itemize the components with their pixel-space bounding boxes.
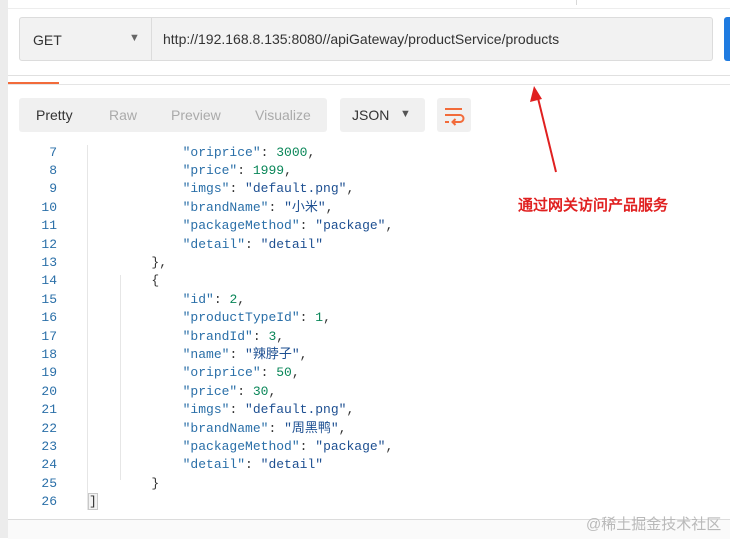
- code-text: "oriprice": 50,: [182, 365, 300, 381]
- code-line: 23 "packageMethod": "package",: [0, 438, 730, 456]
- language-select[interactable]: JSON ▼: [340, 98, 425, 132]
- format-visualize-button[interactable]: Visualize: [255, 98, 311, 132]
- language-label: JSON: [352, 107, 390, 123]
- code-text: "brandId": 3,: [182, 328, 285, 344]
- code-line: 26]: [0, 493, 730, 511]
- url-text: http://192.168.8.135:8080//apiGateway/pr…: [163, 31, 560, 47]
- code-text: "imgs": "default.png",: [182, 181, 355, 197]
- code-line: 13 },: [0, 254, 730, 272]
- line-number: 9: [49, 181, 57, 197]
- code-text: },: [89, 254, 168, 270]
- code-line: 18 "name": "辣脖子",: [0, 346, 730, 364]
- line-number: 18: [41, 346, 57, 362]
- code-text: "detail": "detail": [182, 236, 324, 252]
- annotation-text: 通过网关访问产品服务: [518, 197, 669, 214]
- line-number: 10: [41, 199, 57, 215]
- url-input[interactable]: http://192.168.8.135:8080//apiGateway/pr…: [152, 17, 713, 61]
- code-text: "price": 1999,: [182, 162, 292, 178]
- code-text: "id": 2,: [182, 291, 246, 307]
- line-number: 13: [41, 254, 57, 270]
- line-number: 17: [41, 328, 57, 344]
- line-number: 19: [41, 365, 57, 381]
- line-number: 25: [41, 475, 57, 491]
- chevron-down-icon: ▼: [129, 32, 140, 44]
- wrap-lines-icon: [445, 108, 465, 126]
- code-line: 20 "price": 30,: [0, 383, 730, 401]
- code-line: 11 "packageMethod": "package",: [0, 217, 730, 235]
- wrap-lines-button[interactable]: [437, 98, 471, 132]
- code-line: 19 "oriprice": 50,: [0, 364, 730, 382]
- line-number: 11: [41, 218, 57, 234]
- top-separator: [576, 0, 577, 5]
- code-text: "price": 30,: [182, 383, 277, 399]
- top-tab-strip: [8, 0, 730, 9]
- code-line: 14 {: [0, 272, 730, 290]
- code-line: 15 "id": 2,: [0, 291, 730, 309]
- code-line: 24 "detail": "detail": [0, 456, 730, 474]
- method-label: GET: [33, 32, 62, 48]
- code-line: 12 "detail": "detail": [0, 236, 730, 254]
- divider: [8, 84, 730, 85]
- code-line: 25 }: [0, 475, 730, 493]
- code-text: ]: [88, 493, 98, 511]
- code-line: 16 "productTypeId": 1,: [0, 309, 730, 327]
- divider: [8, 75, 730, 76]
- code-text: "productTypeId": 1,: [182, 310, 331, 326]
- code-line: 17 "brandId": 3,: [0, 328, 730, 346]
- send-button[interactable]: [724, 17, 730, 61]
- line-number: 15: [41, 291, 57, 307]
- code-text: "detail": "detail": [182, 457, 324, 473]
- code-line: 21 "imgs": "default.png",: [0, 401, 730, 419]
- line-number: 23: [41, 438, 57, 454]
- code-line: 8 "price": 1999,: [0, 162, 730, 180]
- line-number: 26: [41, 494, 57, 510]
- format-raw-button[interactable]: Raw: [109, 98, 137, 132]
- code-line: 7 "oriprice": 3000,: [0, 144, 730, 162]
- code-text: "brandName": "周黑鸭",: [182, 420, 347, 436]
- line-number: 8: [49, 162, 57, 178]
- format-pretty-button[interactable]: Pretty: [36, 98, 73, 132]
- line-number: 16: [41, 310, 57, 326]
- line-number: 7: [49, 144, 57, 160]
- code-text: "brandName": "小米",: [182, 199, 334, 215]
- code-line: 22 "brandName": "周黑鸭",: [0, 420, 730, 438]
- line-number: 12: [41, 236, 57, 252]
- code-text: "packageMethod": "package",: [182, 438, 394, 454]
- line-number: 24: [41, 457, 57, 473]
- watermark: @稀土掘金技术社区: [586, 516, 722, 533]
- code-text: "packageMethod": "package",: [182, 218, 394, 234]
- format-preview-button[interactable]: Preview: [171, 98, 221, 132]
- format-tabs: Pretty Raw Preview Visualize: [19, 98, 327, 132]
- line-number: 14: [41, 273, 57, 289]
- method-select[interactable]: GET ▼: [19, 17, 152, 61]
- code-text: }: [89, 475, 160, 491]
- code-text: "name": "辣脖子",: [182, 346, 308, 362]
- code-text: {: [89, 273, 160, 289]
- annotation-arrow: [530, 86, 557, 173]
- line-number: 20: [41, 383, 57, 399]
- line-number: 22: [41, 420, 57, 436]
- chevron-down-icon: ▼: [400, 108, 411, 120]
- line-number: 21: [41, 402, 57, 418]
- code-text: "imgs": "default.png",: [182, 402, 355, 418]
- code-text: "oriprice": 3000,: [182, 144, 316, 160]
